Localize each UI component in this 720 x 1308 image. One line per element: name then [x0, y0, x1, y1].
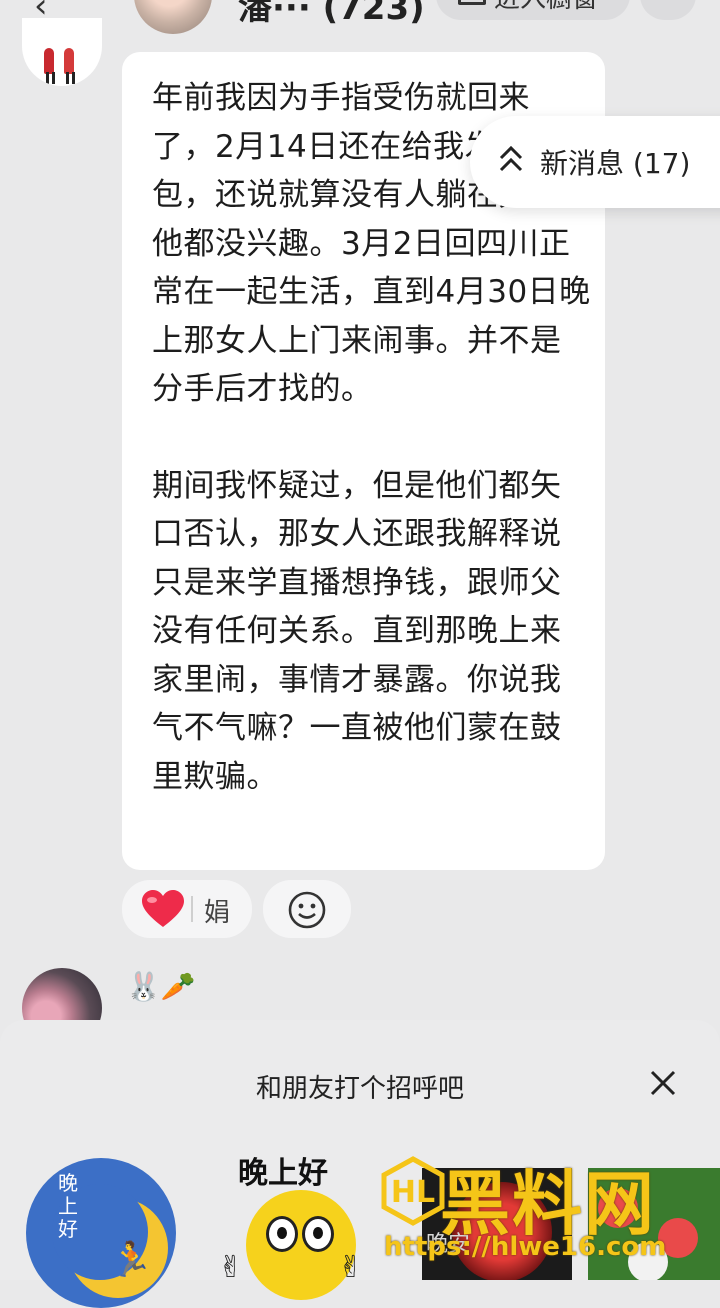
avatar-figure — [64, 48, 74, 74]
running-man-icon: 🏃 — [110, 1240, 153, 1280]
double-chevron-up-icon — [498, 142, 524, 178]
smiley-eye — [266, 1216, 298, 1252]
new-messages-label: 新消息 (17) — [540, 147, 691, 180]
sticker-good-evening-moon[interactable]: 晚上好 🏃 — [26, 1158, 176, 1308]
avatar-figure — [44, 48, 54, 74]
heart-icon — [142, 890, 184, 927]
enter-showcase-label: 进入橱窗 — [494, 0, 598, 15]
reaction-divider — [191, 896, 193, 922]
message-emoji: 🐰🥕 — [126, 970, 196, 1003]
svg-text:HL: HL — [391, 1175, 435, 1210]
shop-icon — [458, 0, 486, 5]
enter-showcase-button[interactable]: 进入橱窗 — [436, 0, 630, 20]
avatar-figure-leg — [46, 72, 49, 84]
new-messages-button[interactable]: 新消息 (17) — [470, 116, 720, 208]
smiley-eye — [302, 1216, 334, 1252]
avatar-figure-leg — [66, 72, 69, 84]
sticker-text: 晚上好 — [58, 1171, 78, 1241]
emoji-add-icon — [288, 891, 326, 929]
heart-reaction[interactable]: 娟 — [122, 880, 252, 938]
close-icon[interactable] — [646, 1066, 680, 1100]
message-paragraph: 期间我怀疑过，但是他们都矢口否认，那女人还跟我解释说只是来学直播想挣钱，跟师父没… — [152, 467, 562, 795]
sticker-text: 晚上好 — [238, 1156, 328, 1191]
avatar-figure-leg — [52, 72, 55, 84]
watermark-url: https://hlwe16.com — [384, 1232, 667, 1262]
sticker-good-evening-smiley[interactable]: 晚上好 ✌ ✌ — [218, 1146, 368, 1300]
more-button[interactable] — [640, 0, 696, 20]
avatar-figure-leg — [72, 72, 75, 84]
chat-header: ‹ 潘··· (723) 进入橱窗 — [0, 0, 720, 40]
sender-avatar[interactable] — [22, 18, 102, 86]
add-reaction-button[interactable] — [263, 880, 351, 938]
watermark-logo-icon: HL — [381, 1156, 445, 1226]
greeting-sheet-title: 和朋友打个招呼吧 — [255, 1074, 464, 1104]
group-avatar[interactable] — [134, 0, 212, 34]
reaction-user: 娟 — [204, 898, 231, 928]
group-title[interactable]: 潘··· (723) — [238, 0, 425, 29]
